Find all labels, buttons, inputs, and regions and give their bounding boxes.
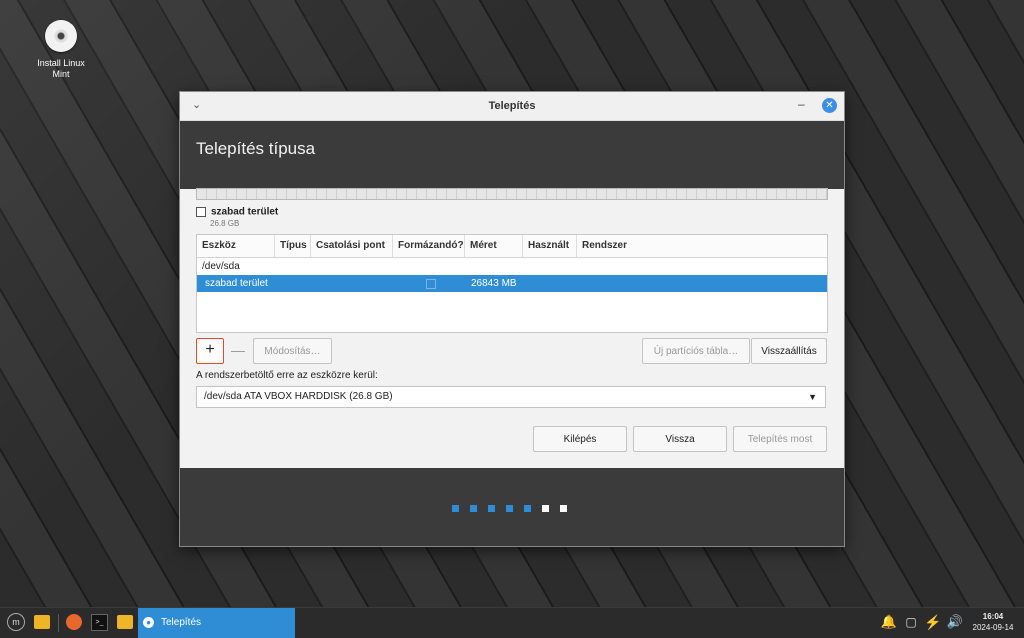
progress-dot (560, 505, 567, 512)
install-linux-mint-icon[interactable]: Install Linux Mint (28, 20, 94, 80)
taskbar-task-installer[interactable]: ● Telepítés (138, 608, 295, 638)
free-space-size: 26.8 GB (210, 219, 240, 228)
clock-time: 16:04 (982, 612, 1004, 621)
progress-dot (488, 505, 495, 512)
add-partition-button[interactable]: + (196, 338, 224, 364)
format-checkbox[interactable] (426, 279, 436, 289)
column-type[interactable]: Típus (275, 235, 311, 257)
quit-button[interactable]: Kilépés (533, 426, 627, 452)
column-format[interactable]: Formázandó? (393, 235, 465, 257)
icon-label-line1: Install Linux (37, 58, 85, 68)
separator (58, 614, 59, 632)
disk-usage-bar (196, 188, 828, 200)
icon-label-line2: Mint (52, 69, 70, 79)
bootloader-device-select[interactable]: /dev/sda ATA VBOX HARDDISK (26.8 GB) ▼ (196, 386, 826, 408)
volume-icon[interactable]: 🔊 (946, 613, 964, 631)
installer-window: ⌄ Telepítés – ✕ Telepítés típusa szabad … (180, 92, 844, 546)
notifications-bell-icon[interactable]: 🔔 (880, 613, 898, 631)
partition-table: Eszköz Típus Csatolási pont Formázandó? … (196, 234, 828, 333)
table-row-device[interactable]: /dev/sda (197, 258, 827, 275)
progress-dot (506, 505, 513, 512)
folder-icon[interactable] (34, 615, 50, 629)
taskbar: m >_ ● Telepítés 🔔 ▢ ⚡ 🔊 16:04 2024-09-14 (0, 607, 1024, 638)
column-device[interactable]: Eszköz (197, 235, 275, 257)
page-header: Telepítés típusa (180, 121, 844, 189)
column-used[interactable]: Használt (523, 235, 577, 257)
install-now-button[interactable]: Telepítés most (733, 426, 827, 452)
cd-icon (45, 20, 77, 52)
progress-dot (524, 505, 531, 512)
remove-partition-button[interactable]: — (228, 338, 248, 364)
title-bar[interactable]: ⌄ Telepítés – ✕ (180, 92, 844, 121)
back-button[interactable]: Vissza (633, 426, 727, 452)
column-mount-point[interactable]: Csatolási pont (311, 235, 393, 257)
free-space-swatch (196, 207, 206, 218)
new-partition-table-button[interactable]: Új partíciós tábla… (642, 338, 750, 364)
dropdown-arrow-icon: ▼ (808, 392, 817, 402)
terminal-icon[interactable]: >_ (91, 614, 108, 631)
task-label: Telepítés (161, 617, 202, 628)
firefox-icon[interactable] (66, 614, 82, 630)
table-row-selected[interactable]: szabad terület 26843 MB (197, 275, 827, 292)
progress-dots (452, 503, 578, 515)
minimize-button[interactable]: – (798, 97, 805, 111)
close-button[interactable]: ✕ (822, 98, 837, 113)
selected-row-device: szabad terület (205, 278, 268, 289)
selected-row-size: 26843 MB (471, 278, 517, 289)
free-space-name: szabad terület (211, 206, 279, 218)
workspace-icon[interactable]: ▢ (902, 613, 920, 631)
page-title: Telepítés típusa (196, 139, 316, 158)
power-icon[interactable]: ⚡ (924, 613, 942, 631)
progress-dot (470, 505, 477, 512)
progress-dot (542, 505, 549, 512)
disk-legend: szabad terület 26.8 GB (196, 206, 279, 228)
clock[interactable]: 16:04 2024-09-14 (968, 611, 1018, 633)
progress-dot (452, 505, 459, 512)
progress-footer (180, 468, 844, 546)
installer-task-icon: ● (143, 616, 154, 628)
column-system[interactable]: Rendszer (577, 235, 827, 257)
clock-date: 2024-09-14 (972, 623, 1014, 632)
menu-icon[interactable]: m (7, 613, 25, 631)
column-size[interactable]: Méret (465, 235, 523, 257)
bootloader-label: A rendszerbetöltő erre az eszközre kerül… (196, 370, 378, 381)
table-header: Eszköz Típus Csatolási pont Formázandó? … (197, 235, 827, 258)
bootloader-device-value: /dev/sda ATA VBOX HARDDISK (26.8 GB) (204, 391, 393, 402)
partition-content: szabad terület 26.8 GB Eszköz Típus Csat… (196, 188, 828, 464)
revert-button[interactable]: Visszaállítás (751, 338, 827, 364)
files-icon[interactable] (117, 615, 133, 629)
change-partition-button[interactable]: Módosítás… (253, 338, 332, 364)
window-title: Telepítés (488, 100, 536, 112)
